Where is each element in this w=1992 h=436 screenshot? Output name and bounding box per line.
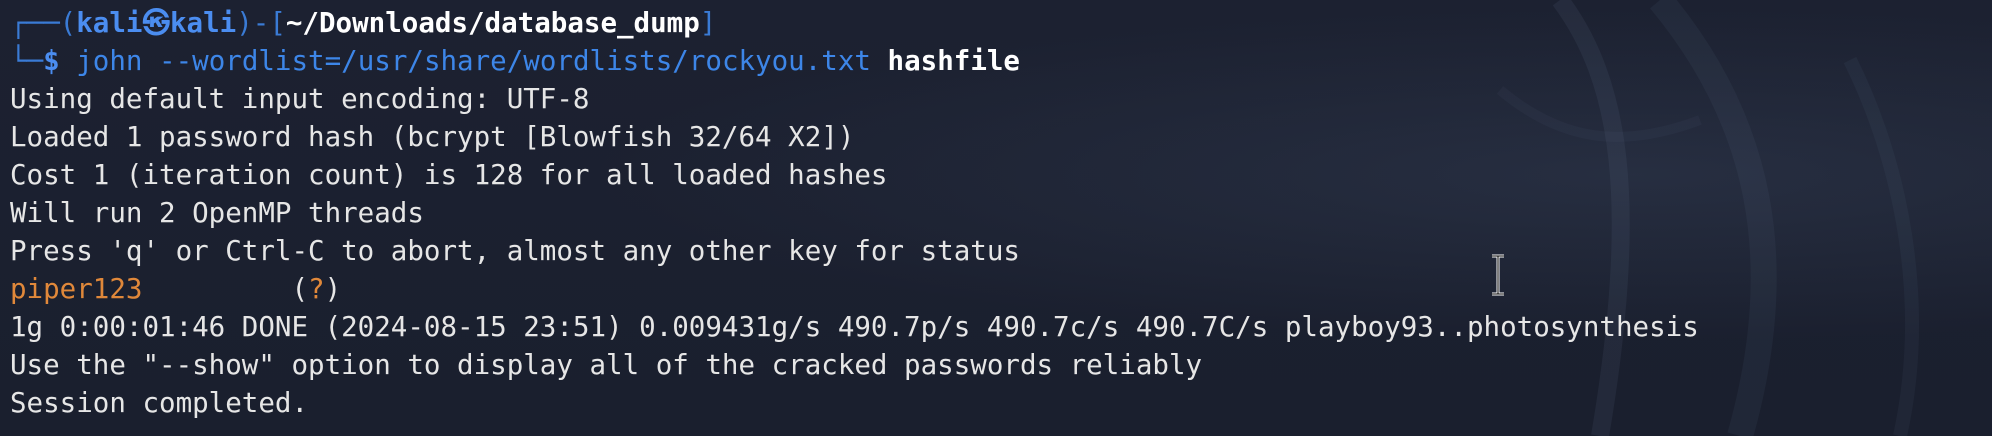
output-line-press: Press 'q' or Ctrl-C to abort, almost any… (10, 235, 1020, 267)
cracked-user: ? (308, 273, 325, 305)
prompt-dollar: $ (43, 45, 60, 77)
output-line-threads: Will run 2 OpenMP threads (10, 197, 424, 229)
command-target: hashfile (887, 45, 1020, 77)
command-name: john (76, 45, 143, 77)
terminal-window[interactable]: ┌──(kali㉿kali)-[~/Downloads/database_dum… (0, 0, 1992, 436)
prompt-corner-top: ┌──( (10, 7, 77, 39)
prompt-path: ~/Downloads/database_dump (285, 7, 700, 39)
prompt-host: kali (169, 7, 237, 39)
prompt-corner-bottom: └─ (10, 45, 44, 77)
output-line-loaded: Loaded 1 password hash (bcrypt [Blowfish… (10, 121, 855, 153)
prompt-user: kali (76, 7, 143, 39)
cracked-paren-close: ) (324, 273, 342, 305)
cracked-password: piper123 (10, 273, 143, 305)
cracked-paren-open: ( (291, 273, 309, 305)
command-line: └─$ john --wordlist=/usr/share/wordlists… (10, 42, 1992, 80)
cracked-spacing (142, 273, 291, 305)
cracked-password-line: piper123 (?) (10, 270, 1992, 308)
prompt-at-icon: ㉿ (142, 7, 170, 39)
output-line-cost: Cost 1 (iteration count) is 128 for all … (10, 159, 888, 191)
output-line-stats: 1g 0:00:01:46 DONE (2024-08-15 23:51) 0.… (10, 311, 1699, 343)
terminal-output[interactable]: ┌──(kali㉿kali)-[~/Downloads/database_dum… (10, 4, 1992, 422)
prompt-separator-close: ] (699, 7, 717, 39)
prompt-separator-open: )-[ (236, 7, 286, 39)
text-ibeam-cursor-icon (1492, 254, 1504, 296)
output-line-encoding: Using default input encoding: UTF-8 (10, 83, 590, 115)
command-arguments: --wordlist=/usr/share/wordlists/rockyou.… (142, 45, 888, 77)
prompt-line-top: ┌──(kali㉿kali)-[~/Downloads/database_dum… (10, 4, 1992, 42)
output-line-session: Session completed. (10, 387, 309, 419)
output-line-show-hint: Use the "--show" option to display all o… (10, 349, 1203, 381)
